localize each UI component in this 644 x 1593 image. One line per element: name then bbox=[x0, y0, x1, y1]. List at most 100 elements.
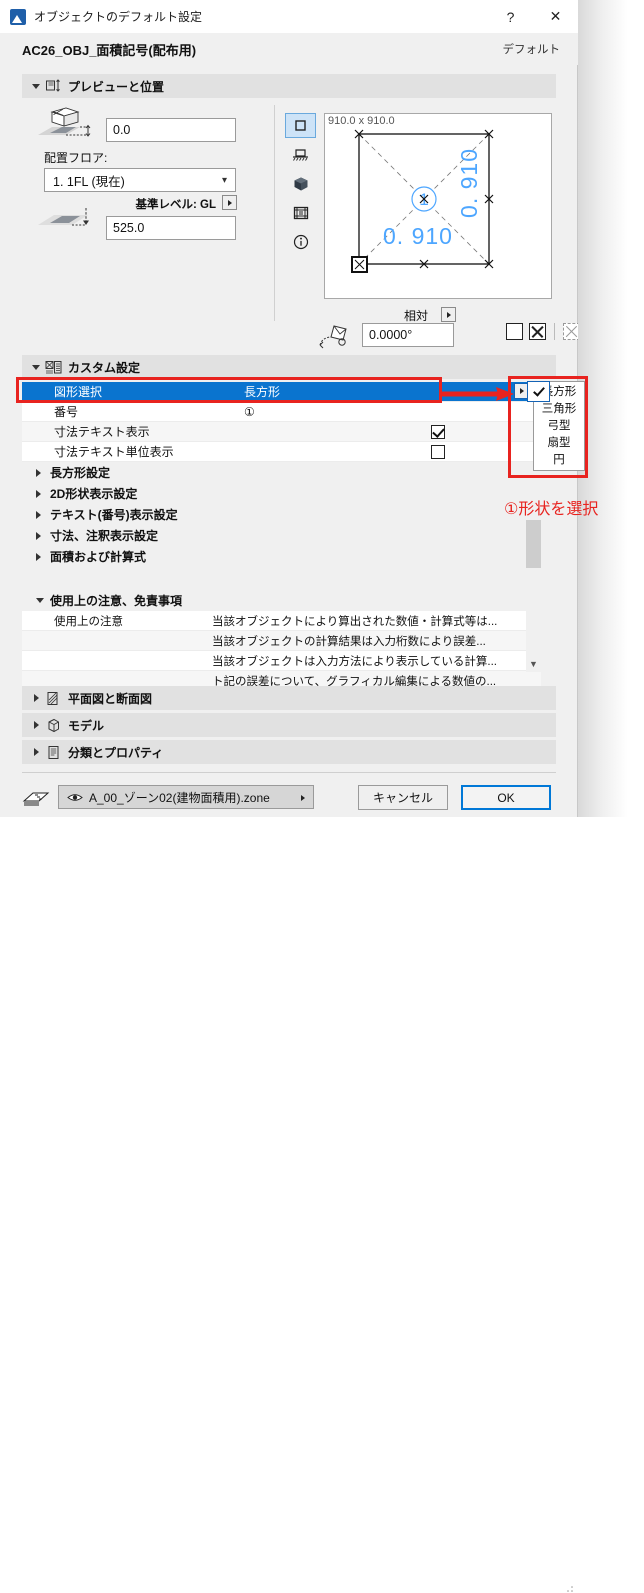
tree-item-label: 使用上の注意、免責事項 bbox=[50, 594, 183, 608]
row-label: 図形選択 bbox=[54, 385, 103, 399]
section-classification-properties[interactable]: 分類とプロパティ bbox=[22, 740, 556, 764]
dropdown-item-circle[interactable]: 円 bbox=[534, 450, 584, 467]
note-value: 当該オブジェクトにより算出された数値・計算式等は... bbox=[212, 615, 498, 628]
table-row-number[interactable]: 番号 ① bbox=[22, 402, 541, 422]
section-label: 平面図と断面図 bbox=[68, 691, 153, 706]
window-title: オブジェクトのデフォルト設定 bbox=[34, 10, 203, 24]
object-preview[interactable]: 910.0 x 910.0 0. 910 0. 910 bbox=[324, 113, 552, 299]
dim-text-checkbox[interactable] bbox=[431, 424, 445, 439]
preview-position-body: 0.0 配置フロア: 1. 1FL (現在) ▾ 基準レベル: GL 525.0 bbox=[22, 101, 580, 349]
close-icon[interactable]: ✕ bbox=[533, 0, 578, 33]
chevron-right-icon bbox=[36, 552, 50, 561]
2d-symbol-view-icon[interactable] bbox=[285, 113, 316, 138]
base-level-input[interactable]: 525.0 bbox=[106, 216, 236, 240]
chevron-down-icon bbox=[36, 598, 50, 603]
table-row-dim-text[interactable]: 寸法テキスト表示 bbox=[22, 422, 541, 442]
row-label: 寸法テキスト表示 bbox=[54, 425, 150, 439]
section-label: カスタム設定 bbox=[68, 360, 141, 375]
chevron-right-icon bbox=[28, 748, 44, 756]
preview-dimensions-label: 910.0 x 910.0 bbox=[328, 115, 395, 127]
tree-item-rect-settings[interactable]: 長方形設定 bbox=[22, 462, 541, 483]
floor-label: 配置フロア: bbox=[44, 151, 108, 165]
anchor-mirror-toggles bbox=[506, 323, 580, 340]
table-row-dim-unit-text[interactable]: 寸法テキスト単位表示 bbox=[22, 442, 541, 462]
chevron-right-icon bbox=[36, 468, 50, 477]
scroll-down-icon[interactable]: ▼ bbox=[526, 656, 541, 672]
row-label: 寸法テキスト単位表示 bbox=[54, 445, 174, 459]
annotation-text: ①形状を選択 bbox=[504, 501, 599, 518]
cancel-button[interactable]: キャンセル bbox=[358, 785, 448, 810]
window-buttons: ? ✕ bbox=[488, 0, 578, 33]
dropdown-item-sector[interactable]: 扇型 bbox=[534, 433, 584, 450]
panel-divider bbox=[274, 105, 275, 321]
chevron-right-icon bbox=[28, 721, 44, 729]
section-label: モデル bbox=[68, 718, 105, 733]
info-view-icon[interactable] bbox=[285, 229, 316, 254]
object-header: AC26_OBJ_面積記号(配布用) デフォルト bbox=[0, 33, 578, 65]
dialog-footer: A_00_ゾーン02(建物面積用).zone キャンセル OK bbox=[0, 779, 578, 1592]
eye-icon bbox=[67, 792, 83, 803]
row-value: 長方形 bbox=[244, 385, 281, 399]
dropdown-item-arc[interactable]: 弓型 bbox=[534, 416, 584, 433]
no-mirror-toggle[interactable] bbox=[506, 323, 523, 340]
row-value: ① bbox=[244, 404, 255, 419]
base-level-label: 基準レベル: GL bbox=[135, 199, 217, 211]
note-row[interactable]: 使用上の注意 当該オブジェクトにより算出された数値・計算式等は... bbox=[22, 611, 541, 631]
section-plan-and-section[interactable]: 平面図と断面図 bbox=[22, 686, 556, 710]
layer-select-value: A_00_ゾーン02(建物面積用).zone bbox=[89, 790, 270, 805]
preview-dim-horizontal: 0. 910 bbox=[383, 223, 453, 249]
annotation-arrow-icon bbox=[440, 387, 514, 401]
window-backdrop bbox=[578, 0, 644, 817]
object-preset-label: デフォルト bbox=[502, 44, 561, 56]
relative-popup-button[interactable] bbox=[441, 307, 456, 322]
tree-item-text-number-display[interactable]: テキスト(番号)表示設定 bbox=[22, 504, 541, 525]
resize-grip-icon[interactable] bbox=[566, 1585, 574, 1593]
toggle-divider bbox=[554, 323, 555, 340]
3d-view-icon[interactable] bbox=[285, 171, 316, 196]
footer-divider bbox=[22, 772, 556, 773]
floor-select[interactable]: 1. 1FL (現在) ▾ bbox=[44, 168, 236, 192]
note-row[interactable]: 当該オブジェクトの計算結果は入力桁数により誤差... bbox=[22, 631, 541, 651]
mirror-toggle[interactable] bbox=[529, 323, 546, 340]
classification-icon bbox=[44, 744, 62, 760]
row-label: 番号 bbox=[54, 405, 79, 419]
height-input[interactable]: 0.0 bbox=[106, 118, 236, 142]
tree-item-2d-display[interactable]: 2D形状表示設定 bbox=[22, 483, 541, 504]
tree-item-usage-notes[interactable]: 使用上の注意、免責事項 bbox=[22, 590, 541, 611]
note-value: 当該オブジェクトの計算結果は入力桁数により誤差... bbox=[212, 635, 486, 648]
dim-unit-text-checkbox[interactable] bbox=[431, 444, 445, 459]
layers-stack-icon[interactable] bbox=[22, 787, 50, 807]
ok-button[interactable]: OK bbox=[461, 785, 551, 810]
shape-selected-checkmark-icon bbox=[527, 381, 550, 402]
section-custom-settings[interactable]: カスタム設定 bbox=[22, 355, 556, 379]
help-button[interactable]: ? bbox=[488, 0, 533, 33]
section-preview-position[interactable]: プレビューと位置 bbox=[22, 74, 556, 98]
rotation-input[interactable]: 0.0000° bbox=[362, 323, 454, 347]
note-value: 当該オブジェクトは入力方法により表示している計算... bbox=[212, 655, 498, 668]
list-view-icon[interactable] bbox=[285, 200, 316, 225]
scrollbar-thumb[interactable] bbox=[526, 520, 541, 568]
note-row[interactable]: 当該オブジェクトは入力方法により表示している計算... bbox=[22, 651, 541, 671]
object-height-icon bbox=[36, 107, 98, 143]
chevron-down-icon: ▾ bbox=[221, 174, 227, 186]
section-model[interactable]: モデル bbox=[22, 713, 556, 737]
base-level-popup-button[interactable] bbox=[222, 195, 237, 210]
tree-item-label: 2D形状表示設定 bbox=[50, 487, 138, 501]
chevron-down-icon bbox=[28, 364, 44, 370]
layer-select[interactable]: A_00_ゾーン02(建物面積用).zone bbox=[58, 785, 314, 809]
preview-dim-vertical: 0. 910 bbox=[456, 148, 482, 218]
chevron-right-icon bbox=[301, 790, 305, 804]
title-bar: オブジェクトのデフォルト設定 ? ✕ bbox=[0, 0, 578, 33]
tree-item-area-formula[interactable]: 面積および計算式 bbox=[22, 546, 541, 567]
chevron-right-icon bbox=[36, 489, 50, 498]
note-label: 使用上の注意 bbox=[54, 615, 123, 628]
tree-item-dimension-annotation[interactable]: 寸法、注釈表示設定 bbox=[22, 525, 541, 546]
preview-position-icon bbox=[44, 78, 62, 94]
section-label: 分類とプロパティ bbox=[68, 745, 164, 760]
settings-scrollbar[interactable]: ▼ bbox=[526, 520, 541, 672]
chevron-right-icon bbox=[36, 510, 50, 519]
elevation-view-icon[interactable] bbox=[285, 142, 316, 167]
floor-select-value: 1. 1FL (現在) bbox=[53, 174, 125, 189]
chevron-right-icon bbox=[28, 694, 44, 702]
tree-item-label: 寸法、注釈表示設定 bbox=[50, 529, 159, 543]
